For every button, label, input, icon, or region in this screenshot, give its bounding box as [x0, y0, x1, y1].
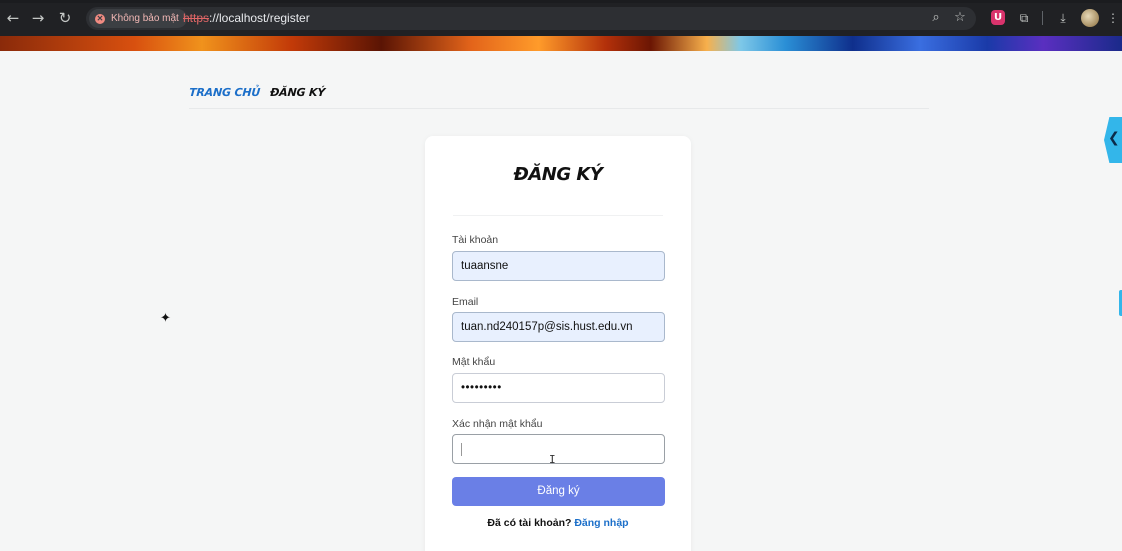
address-bar[interactable]: ✕ Không bảo mật https://localhost/regist…	[86, 7, 976, 30]
zoom-icon[interactable]: ⌕	[928, 10, 944, 26]
side-panel-toggle[interactable]: ❮	[1104, 117, 1122, 163]
forward-icon[interactable]: →	[28, 8, 48, 28]
login-prompt-text: Đã có tài khoản?	[487, 517, 572, 529]
reload-icon[interactable]: ↻	[55, 8, 75, 28]
security-chip[interactable]: ✕ Không bảo mật	[89, 9, 187, 28]
chevron-left-icon: ❮	[1108, 130, 1120, 146]
login-prompt: Đã có tài khoản? Đăng nhập	[425, 517, 691, 529]
breadcrumb-divider	[189, 108, 929, 109]
text-caret	[461, 443, 462, 456]
confirm-password-label: Xác nhận mật khẩu	[452, 418, 543, 430]
title-divider	[453, 215, 663, 216]
tab-strip	[0, 0, 1122, 3]
email-label: Email	[452, 296, 479, 308]
page-title: ĐĂNG KÝ	[513, 164, 603, 185]
menu-dots-icon[interactable]: ⋮	[1104, 9, 1122, 27]
browser-toolbar: ← → ↻ ✕ Không bảo mật https://localhost/…	[0, 0, 1122, 36]
url-text[interactable]: https://localhost/register	[183, 7, 310, 30]
back-icon[interactable]: ←	[3, 8, 23, 28]
register-button[interactable]: Đăng ký	[452, 477, 665, 506]
breadcrumb: TRANG CHỦ ĐĂNG KÝ	[188, 86, 326, 102]
login-link[interactable]: Đăng nhập	[574, 517, 628, 529]
username-label: Tài khoản	[452, 234, 499, 246]
breadcrumb-home-link[interactable]: TRANG CHỦ	[188, 86, 261, 102]
breadcrumb-current: ĐĂNG KÝ	[269, 86, 326, 99]
shield-extension-icon[interactable]: U	[991, 10, 1005, 25]
mouse-ibeam-cursor: I	[549, 453, 556, 466]
sparkle-icon: ✦	[160, 311, 171, 326]
register-card: ĐĂNG KÝ Tài khoản tuaansne Email tuan.nd…	[425, 136, 691, 551]
extensions-puzzle-icon[interactable]: ⧉	[1015, 9, 1033, 27]
password-label: Mật khẩu	[452, 356, 496, 368]
password-field[interactable]: •••••••••	[452, 373, 665, 403]
email-field[interactable]: tuan.nd240157p@sis.hust.edu.vn	[452, 312, 665, 342]
profile-avatar[interactable]	[1081, 9, 1099, 27]
url-scheme: https	[183, 11, 210, 25]
toolbar-divider	[1042, 11, 1043, 25]
header-banner-image	[0, 36, 1122, 51]
download-icon[interactable]: ⤓	[1054, 9, 1072, 27]
username-field[interactable]: tuaansne	[452, 251, 665, 281]
confirm-password-field[interactable]: I	[452, 434, 665, 466]
not-secure-icon: ✕	[95, 14, 105, 24]
url-path: ://localhost/register	[209, 11, 310, 25]
bookmark-star-icon[interactable]: ☆	[952, 10, 968, 26]
